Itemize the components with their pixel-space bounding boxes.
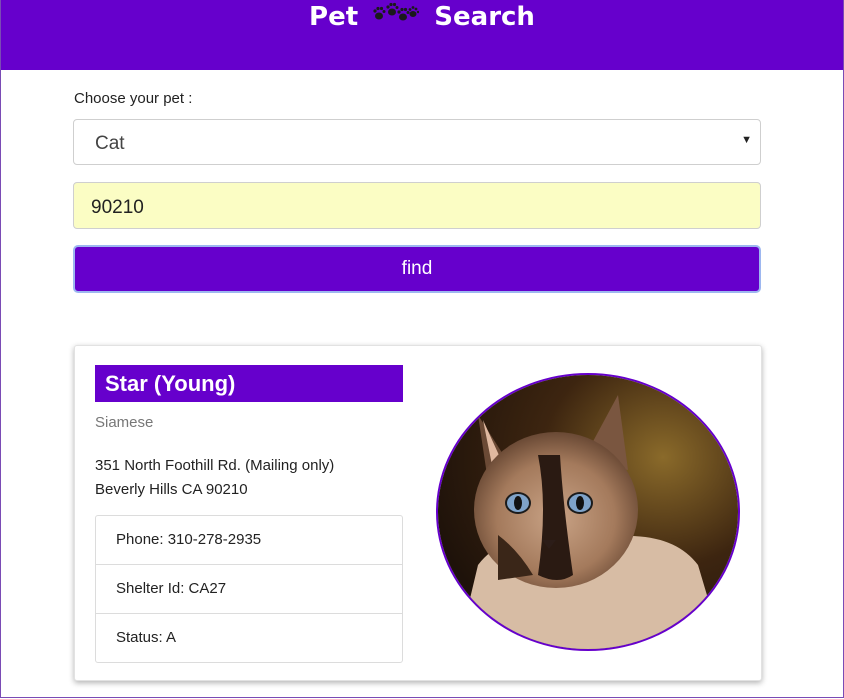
pet-photo xyxy=(436,373,740,651)
shelter-address: 351 North Foothill Rd. (Mailing only) Be… xyxy=(95,454,334,502)
pet-breed: Siamese xyxy=(95,414,154,431)
header: Pet Search xyxy=(1,0,843,70)
address-line-1: 351 North Foothill Rd. (Mailing only) xyxy=(95,457,335,474)
phone-item: Phone: 310-278-2935 xyxy=(116,531,262,548)
address-line-2: Beverly Hills CA 90210 xyxy=(95,481,248,498)
logo-text-left: Pet xyxy=(309,2,359,32)
pet-result-card: Star (Young) Siamese 351 North Foothill … xyxy=(74,345,762,681)
logo-text-right: Search xyxy=(434,2,535,32)
shelter-info-list: Phone: 310-278-2935 Shelter Id: CA27 Sta… xyxy=(95,515,403,663)
caret-down-icon: ▼ xyxy=(741,134,752,146)
pet-type-label: Choose your pet : xyxy=(74,90,193,107)
zip-code-input[interactable]: 90210 xyxy=(73,182,761,229)
shelter-id-item: Shelter Id: CA27 xyxy=(96,564,402,613)
pet-name: Star (Young) xyxy=(95,365,403,402)
pet-type-value: Cat xyxy=(95,133,125,154)
status-item: Status: A xyxy=(96,613,402,662)
app-logo: Pet Search xyxy=(1,2,843,33)
find-button[interactable]: find xyxy=(73,245,761,293)
zip-code-value: 90210 xyxy=(91,197,144,218)
pet-type-select[interactable]: Cat ▼ xyxy=(73,119,761,165)
paw-prints-icon xyxy=(373,1,420,31)
